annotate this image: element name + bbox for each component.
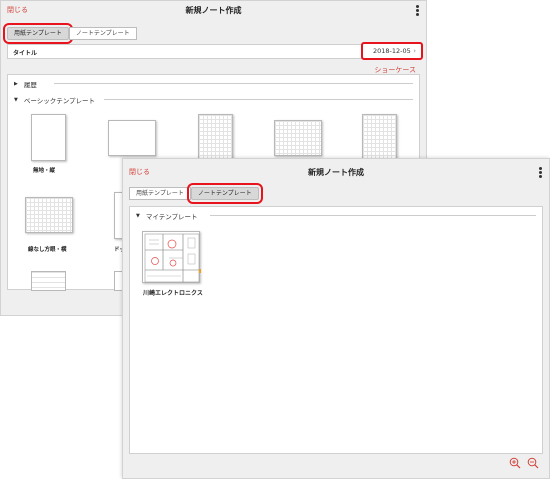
section-basic-templates[interactable]: ▼ ベーシックテンプレート — [14, 95, 95, 105]
template-label: 無地・縦 — [33, 168, 56, 174]
template-thumbnail[interactable] — [108, 120, 156, 156]
tab-paper-template[interactable]: 用紙テンプレート — [3, 23, 73, 44]
title-field[interactable]: タイトル — [7, 44, 420, 59]
tab-paper-template[interactable]: 用紙テンプレート — [129, 187, 191, 200]
more-menu-icon[interactable] — [539, 167, 542, 178]
template-thumbnail[interactable] — [31, 271, 66, 291]
section-divider — [54, 83, 413, 84]
template-thumbnail[interactable] — [198, 114, 233, 161]
my-template-label: 川崎エレクトロニクス — [143, 290, 203, 297]
tab-note-template[interactable]: ノートテンプレート — [68, 27, 137, 40]
section-basic-label: ベーシックテンプレート — [23, 97, 96, 105]
template-thumbnail[interactable] — [25, 197, 73, 233]
my-template-thumbnail[interactable] — [142, 231, 201, 283]
title-bar: 閉じる 新規ノート作成 — [1, 1, 426, 21]
template-type-tabs: 用紙テンプレート ノートテンプレート — [129, 183, 263, 204]
section-my-templates[interactable]: ▼ マイテンプレート — [136, 211, 198, 221]
window-title: 新規ノート作成 — [308, 168, 364, 177]
section-history[interactable]: ▶ 履歴 — [14, 79, 37, 89]
window-title: 新規ノート作成 — [185, 6, 242, 15]
zoom-in-icon[interactable] — [509, 457, 521, 469]
section-divider — [104, 99, 413, 100]
more-menu-icon[interactable] — [416, 5, 419, 16]
template-thumbnail[interactable] — [274, 120, 322, 156]
section-divider — [210, 215, 536, 216]
triangle-right-icon: ▶ — [14, 81, 18, 87]
chevron-right-icon: › — [413, 47, 416, 55]
section-history-label: 履歴 — [23, 81, 37, 89]
date-button[interactable]: 2018-12-05 › — [361, 42, 423, 60]
triangle-down-icon: ▼ — [14, 97, 18, 103]
zoom-out-icon[interactable] — [527, 457, 539, 469]
section-my-templates-label: マイテンプレート — [145, 213, 198, 221]
title-field-label: タイトル — [13, 50, 38, 57]
tab-note-template[interactable]: ノートテンプレート — [186, 183, 263, 204]
template-thumbnail[interactable] — [31, 114, 66, 161]
new-note-window-note-template: 閉じる 新規ノート作成 用紙テンプレート ノートテンプレート ▼ マイテンプレー… — [122, 158, 550, 479]
template-type-tabs: 用紙テンプレート ノートテンプレート — [3, 23, 137, 44]
title-bar: 閉じる 新規ノート作成 — [123, 159, 549, 179]
template-thumbnail[interactable] — [362, 114, 397, 161]
floor-plan-drawing-image — [144, 233, 201, 283]
date-value: 2018-12-05 — [373, 47, 411, 55]
template-label: 線なし方眼・横 — [28, 247, 67, 253]
triangle-down-icon: ▼ — [136, 213, 140, 219]
